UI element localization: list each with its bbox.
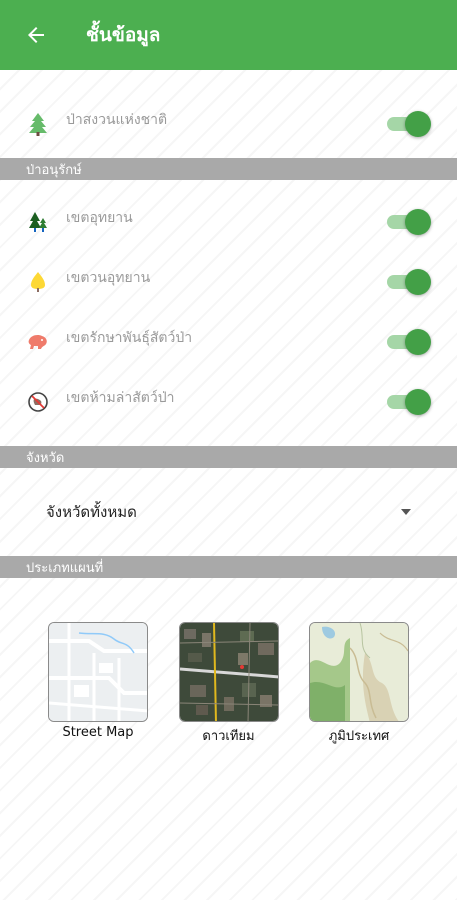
wildlife-sanctuary-row: เขตรักษาพันธุ์สัตว์ป่า	[0, 312, 457, 372]
no-hunting-zone-toggle[interactable]	[385, 389, 431, 415]
yellow-tree-icon	[26, 270, 50, 294]
map-type-terrain[interactable]: ภูมิประเทศ	[309, 622, 409, 746]
national-park-zone-toggle[interactable]	[385, 209, 431, 235]
no-hunting-zone-label: เขตห้ามล่าสัตว์ป่า	[66, 390, 175, 406]
national-park-zone-label: เขตอุทยาน	[66, 210, 133, 226]
toggle-knob	[405, 111, 431, 137]
province-selected-value: จังหวัดทั้งหมด	[46, 503, 137, 521]
street-map-label: Street Map	[62, 725, 134, 740]
wildlife-sanctuary-toggle[interactable]	[385, 329, 431, 355]
forest-park-zone-toggle[interactable]	[385, 269, 431, 295]
pine-tree-icon	[26, 112, 50, 136]
wildlife-icon	[26, 330, 50, 354]
back-button[interactable]	[20, 19, 52, 51]
forest-park-zone-row: เขตวนอุทยาน	[0, 252, 457, 312]
wildlife-sanctuary-label: เขตรักษาพันธุ์สัตว์ป่า	[66, 330, 193, 346]
national-reserved-forest-row: ป่าสงวนแห่งชาติ	[0, 94, 457, 154]
layers-screen: ชั้นข้อมูล ป่าสงวนแห่งชาติ ป่าอนุรักษ์ เ…	[0, 0, 457, 900]
map-type-street[interactable]: Street Map	[48, 622, 148, 746]
terrain-map-label: ภูมิประเทศ	[328, 729, 390, 744]
dropdown-arrow-icon	[401, 509, 411, 515]
terrain-map-thumbnail	[309, 622, 409, 722]
map-type-options: Street Map ดาวเทียม ภูมิประเทศ	[0, 622, 457, 746]
satellite-map-thumbnail	[178, 622, 279, 722]
national-reserved-forest-toggle[interactable]	[385, 111, 431, 137]
conservation-section-header: ป่าอนุรักษ์	[0, 158, 457, 180]
forest-park-icon	[26, 210, 50, 234]
map-type-satellite[interactable]: ดาวเทียม	[178, 622, 279, 746]
street-map-thumbnail	[48, 622, 148, 722]
toggle-knob	[405, 389, 431, 415]
toggle-knob	[405, 209, 431, 235]
national-park-zone-row: เขตอุทยาน	[0, 192, 457, 252]
map-type-section-header: ประเภทแผนที่	[0, 556, 457, 578]
no-hunting-zone-row: เขตห้ามล่าสัตว์ป่า	[0, 372, 457, 432]
national-reserved-forest-label: ป่าสงวนแห่งชาติ	[66, 112, 168, 128]
province-dropdown[interactable]: จังหวัดทั้งหมด	[0, 468, 457, 556]
no-hunting-icon	[26, 390, 50, 414]
arrow-left-icon	[28, 27, 44, 43]
page-title: ชั้นข้อมูล	[86, 24, 161, 46]
province-section-header: จังหวัด	[0, 446, 457, 468]
top-app-bar: ชั้นข้อมูล	[0, 0, 457, 70]
toggle-knob	[405, 269, 431, 295]
satellite-map-label: ดาวเทียม	[202, 729, 255, 744]
forest-park-zone-label: เขตวนอุทยาน	[66, 270, 151, 286]
toggle-knob	[405, 329, 431, 355]
